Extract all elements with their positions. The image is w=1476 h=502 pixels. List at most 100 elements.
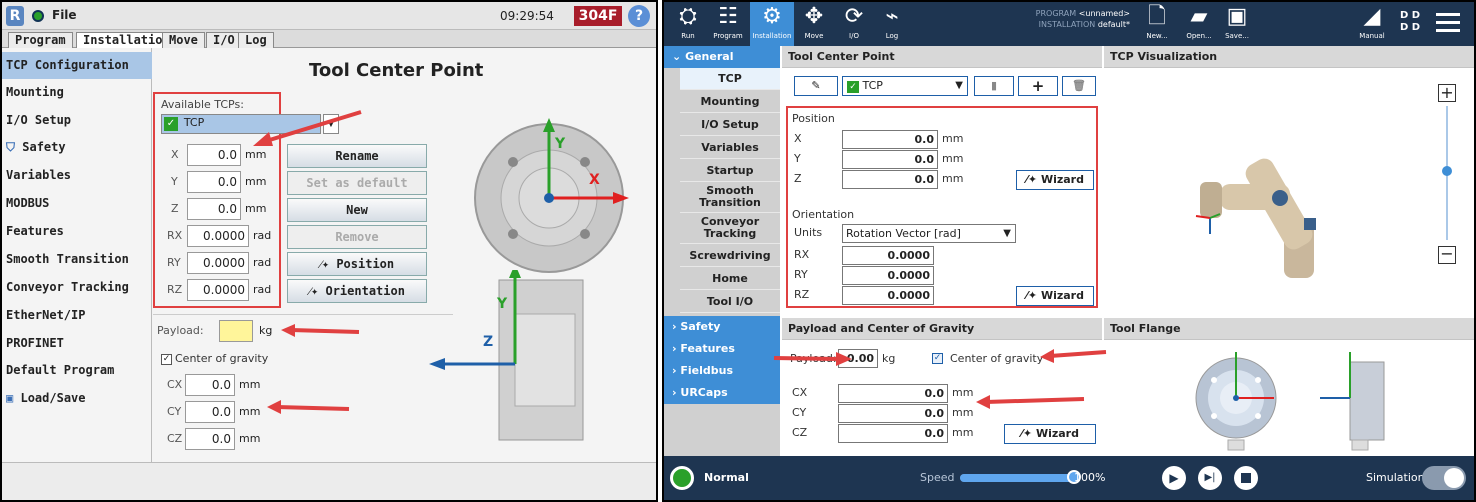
orientation-wizard-button[interactable]: ⁄✦ Wizard: [1016, 286, 1094, 306]
position-wizard-button[interactable]: ⁄✦ Wizard: [1016, 170, 1094, 190]
move-label: Move: [804, 32, 824, 40]
io-button[interactable]: ⟳ I/O: [836, 2, 872, 46]
zoom-slider-handle[interactable]: [1442, 166, 1452, 176]
cog-cx-field[interactable]: 0.0: [838, 384, 948, 403]
run-button[interactable]: ⛭ Run: [670, 2, 706, 46]
tcp-ry-field[interactable]: 0.0000: [842, 266, 934, 285]
sidebar-item-load-save[interactable]: ▣ Load/Save: [2, 385, 152, 412]
bookmark-button[interactable]: ▮: [974, 76, 1014, 96]
tcp-ry-field[interactable]: 0.0000: [187, 252, 249, 274]
cog-cz-field[interactable]: 0.0: [185, 428, 235, 450]
nav-item-startup[interactable]: Startup: [680, 160, 780, 182]
simulation-toggle[interactable]: [1422, 466, 1466, 490]
zoom-in-button[interactable]: +: [1438, 84, 1456, 102]
nav-item-io-setup[interactable]: I/O Setup: [680, 114, 780, 136]
sidebar-item-profinet[interactable]: PROFINET: [2, 330, 152, 357]
installation-name: default*: [1097, 20, 1130, 29]
nav-category-label: Features: [680, 342, 735, 355]
nav-item-tool-io[interactable]: Tool I/O: [680, 291, 780, 313]
set-as-default-button[interactable]: Set as default: [287, 171, 427, 195]
program-button[interactable]: ☷ Program: [708, 2, 748, 46]
stop-icon: [1241, 473, 1251, 483]
nav-item-mounting[interactable]: Mounting: [680, 91, 780, 113]
nav-category-fieldbus[interactable]: › Fieldbus: [664, 360, 780, 382]
tcp-y-field[interactable]: 0.0: [842, 150, 938, 169]
nav-category-general[interactable]: ⌄ General: [664, 46, 780, 68]
tcp-visualization-view[interactable]: [1104, 68, 1474, 316]
unit-mm: mm: [245, 175, 267, 188]
payload-field[interactable]: [219, 320, 253, 342]
delete-tcp-button[interactable]: 🗑: [1062, 76, 1096, 96]
cog-wizard-button[interactable]: ⁄✦ Wizard: [1004, 424, 1096, 444]
nav-item-smooth-transition[interactable]: Smooth Transition: [680, 183, 780, 213]
tab-io[interactable]: I/O: [206, 32, 242, 48]
nav-item-home[interactable]: Home: [680, 268, 780, 290]
tcp-x-field[interactable]: 0.0: [842, 130, 938, 149]
status-code-badge[interactable]: 304F: [574, 6, 622, 26]
file-menu[interactable]: File: [52, 8, 77, 22]
tab-move[interactable]: Move: [162, 32, 205, 48]
sidebar-item-ethernet-ip[interactable]: EtherNet/IP: [2, 302, 152, 329]
installation-button[interactable]: ⚙ Installation: [750, 2, 794, 46]
nav-item-variables[interactable]: Variables: [680, 137, 780, 159]
nav-category-features[interactable]: › Features: [664, 338, 780, 360]
tcp-select[interactable]: ✓ TCP ▼: [842, 76, 968, 96]
wand-icon: ⁄✦: [1026, 173, 1038, 186]
nav-category-urcaps[interactable]: › URCaps: [664, 382, 780, 404]
help-icon[interactable]: ?: [628, 5, 650, 27]
nav-item-tcp[interactable]: TCP: [680, 68, 780, 90]
robot-status-indicator[interactable]: [670, 466, 694, 490]
sidebar-item-mounting[interactable]: Mounting: [2, 79, 152, 106]
save-button[interactable]: ▣ Save...: [1222, 2, 1252, 46]
tcp-y-field[interactable]: 0.0: [187, 171, 241, 193]
cog-cy-field[interactable]: 0.0: [185, 401, 235, 423]
sidebar-item-smooth-transition[interactable]: Smooth Transition: [2, 246, 152, 273]
sidebar-item-modbus[interactable]: MODBUS: [2, 190, 152, 217]
tcp-rz-field[interactable]: 0.0000: [187, 279, 249, 301]
nav-item-screwdriving[interactable]: Screwdriving: [680, 245, 780, 267]
sidebar-item-features[interactable]: Features: [2, 218, 152, 245]
step-button[interactable]: ▶|: [1198, 466, 1222, 490]
sidebar-item-default-program[interactable]: Default Program: [2, 357, 152, 384]
new-tcp-button[interactable]: New: [287, 198, 427, 222]
move-button[interactable]: ✥ Move: [796, 2, 832, 46]
tcp-x-field[interactable]: 0.0: [187, 144, 241, 166]
speed-slider[interactable]: [960, 474, 1076, 482]
nav-category-safety[interactable]: › Safety: [664, 316, 780, 338]
sidebar-item-io-setup[interactable]: I/O Setup: [2, 107, 152, 134]
sidebar-item-conveyor-tracking[interactable]: Conveyor Tracking: [2, 274, 152, 301]
edit-tcp-button[interactable]: ✎: [794, 76, 838, 96]
tcp-rz-field[interactable]: 0.0000: [842, 286, 934, 305]
cog-checkbox[interactable]: ✓: [932, 353, 943, 364]
tcp-rx-field[interactable]: 0.0000: [842, 246, 934, 265]
play-button[interactable]: ▶: [1162, 466, 1186, 490]
cog-cx-field[interactable]: 0.0: [185, 374, 235, 396]
sidebar-item-safety[interactable]: ⛉ Safety: [2, 134, 152, 161]
orientation-wizard-button[interactable]: ⁄✦ Orientation: [287, 279, 427, 303]
remove-button[interactable]: Remove: [287, 225, 427, 249]
sidebar-item-variables[interactable]: Variables: [2, 162, 152, 189]
tcp-rx-field[interactable]: 0.0000: [187, 225, 249, 247]
tab-program[interactable]: Program: [8, 32, 73, 48]
manual-label: Manual: [1359, 32, 1385, 40]
cog-cz-field[interactable]: 0.0: [838, 424, 948, 443]
unit-mm: mm: [942, 152, 964, 165]
manual-mode-button[interactable]: ◢ Manual: [1354, 2, 1390, 46]
tab-log[interactable]: Log: [238, 32, 274, 48]
sidebar-item-tcp-configuration[interactable]: TCP Configuration: [2, 52, 152, 79]
stop-button[interactable]: [1234, 466, 1258, 490]
zoom-out-button[interactable]: −: [1438, 246, 1456, 264]
hamburger-menu-icon[interactable]: [1436, 10, 1460, 34]
cog-checkbox[interactable]: ✓: [161, 354, 172, 365]
nav-item-conveyor-tracking[interactable]: Conveyor Tracking: [680, 214, 780, 244]
log-button[interactable]: ⌁ Log: [874, 2, 910, 46]
new-button[interactable]: 🗋 New...: [1142, 2, 1172, 46]
tcp-z-field[interactable]: 0.0: [187, 198, 241, 220]
cog-cy-field[interactable]: 0.0: [838, 404, 948, 423]
open-button[interactable]: ▰ Open...: [1184, 2, 1214, 46]
units-dropdown[interactable]: Rotation Vector [rad] ▼: [842, 224, 1016, 243]
position-wizard-button[interactable]: ⁄✦ Position: [287, 252, 427, 276]
user-indicator[interactable]: D D D D: [1400, 10, 1420, 34]
tcp-z-field[interactable]: 0.0: [842, 170, 938, 189]
add-tcp-button[interactable]: +: [1018, 76, 1058, 96]
